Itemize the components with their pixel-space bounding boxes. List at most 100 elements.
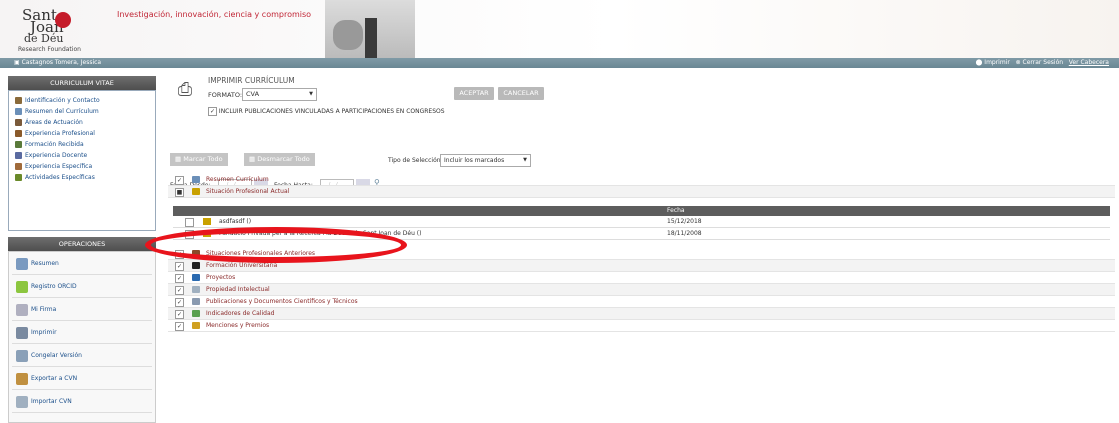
- sidebar-item[interactable]: Áreas de Actuación: [9, 117, 155, 128]
- section-checkbox[interactable]: ✓: [175, 322, 184, 331]
- section-icon: [192, 298, 200, 305]
- section-row[interactable]: ✓ Proyectos: [168, 272, 1115, 284]
- mark-all-label: Marcar Todo: [183, 155, 223, 163]
- operation-item[interactable]: Mi Firma: [12, 300, 152, 321]
- briefcase-icon: [15, 130, 22, 137]
- activities-icon: [15, 174, 22, 181]
- print-link-label: Imprimir: [984, 59, 1010, 66]
- section-checkbox[interactable]: ✓: [175, 310, 184, 319]
- sidebar-item-label: Identificación y Contacto: [25, 97, 100, 104]
- selection-type-select[interactable]: Incluir los marcados ▼: [440, 154, 531, 167]
- section-icon: [192, 322, 200, 329]
- operation-item[interactable]: Resumen: [12, 254, 152, 275]
- logout-link[interactable]: ⊗ Cerrar Sesión: [1016, 59, 1063, 66]
- sidebar-item[interactable]: Experiencia Profesional: [9, 128, 155, 139]
- header-toggle-link[interactable]: Ver Cabecera: [1069, 59, 1109, 66]
- format-value: CVA: [246, 90, 260, 98]
- unmark-all-icon: ▦: [249, 155, 256, 163]
- section-row[interactable]: ✓ Indicadores de Calidad: [168, 308, 1115, 320]
- summary-icon: [16, 257, 28, 270]
- format-select[interactable]: CVA ▼: [242, 88, 317, 101]
- import-icon: [16, 395, 28, 408]
- mark-all-button[interactable]: ▦ Marcar Todo: [170, 153, 228, 166]
- section-label: Indicadores de Calidad: [206, 310, 275, 317]
- sidebar-item-label: Actividades Específicas: [25, 174, 95, 181]
- section-checkbox[interactable]: ✓: [175, 286, 184, 295]
- sidebar-item-label: Experiencia Específica: [25, 163, 93, 170]
- operation-item[interactable]: Importar CVN: [12, 392, 152, 413]
- section-label: Situación Profesional Actual: [206, 188, 290, 195]
- unmark-all-button[interactable]: ▦ Desmarcar Todo: [244, 153, 315, 166]
- include-checkbox[interactable]: ✓: [208, 107, 217, 116]
- selection-type-value: Incluir los marcados: [444, 157, 505, 164]
- unmark-all-label: Desmarcar Todo: [257, 155, 310, 163]
- section-row[interactable]: ✓ Menciones y Premios: [168, 320, 1115, 332]
- cancel-button[interactable]: CANCELAR: [498, 87, 544, 100]
- mark-all-icon: ▦: [175, 155, 182, 163]
- section-label: Propiedad Intelectual: [206, 286, 270, 293]
- operation-item[interactable]: Registro ORCID: [12, 277, 152, 298]
- sidebar-item[interactable]: Identificación y Contacto: [9, 95, 155, 106]
- operation-label: Importar CVN: [31, 398, 72, 405]
- teaching-icon: [15, 152, 22, 159]
- section-label: Publicaciones y Documentos Científicos y…: [206, 298, 358, 305]
- area-icon: [15, 119, 22, 126]
- section-checkbox[interactable]: ✓: [175, 262, 184, 271]
- table-row[interactable]: asdfasdf () 15/12/2018: [173, 216, 1110, 228]
- document-icon: [15, 108, 22, 115]
- user-icon: ▣: [14, 59, 20, 66]
- section-row[interactable]: ✓ Propiedad Intelectual: [168, 284, 1115, 296]
- orcid-icon: [16, 280, 28, 293]
- include-label: INCLUIR PUBLICACIONES VINCULADAS A PARTI…: [218, 108, 445, 115]
- logout-link-label: Cerrar Sesión: [1022, 59, 1064, 66]
- chevron-down-icon: ▼: [523, 157, 527, 163]
- row-checkbox[interactable]: [185, 218, 194, 227]
- signature-icon: [16, 303, 28, 316]
- sidebar-item-label: Experiencia Docente: [25, 152, 88, 159]
- operation-item[interactable]: Imprimir: [12, 323, 152, 344]
- sidebar-item[interactable]: Experiencia Docente: [9, 150, 155, 161]
- section-icon: [192, 274, 200, 281]
- sidebar-item[interactable]: Actividades Específicas: [9, 172, 155, 183]
- operations-title: OPERACIONES: [8, 237, 156, 251]
- operation-item[interactable]: Exportar a CVN: [12, 369, 152, 390]
- operation-label: Registro ORCID: [31, 283, 77, 290]
- operations-menu: Resumen Registro ORCID Mi Firma Imprimir Con…: [8, 251, 156, 423]
- section-checkbox[interactable]: ✓: [175, 274, 184, 283]
- header-banner: Sant Joan de Déu Research Foundation Inv…: [0, 0, 1119, 58]
- operation-label: Congelar Versión: [31, 352, 82, 359]
- page-title: IMPRIMIR CURRÍCULUM: [208, 76, 295, 85]
- top-actions: ⬤ Imprimir ⊗ Cerrar Sesión Ver Cabecera: [976, 59, 1109, 66]
- operation-item[interactable]: Congelar Versión: [12, 346, 152, 367]
- accept-button[interactable]: ACEPTAR: [454, 87, 494, 100]
- section-row[interactable]: ✓ Publicaciones y Documentos Científicos …: [168, 296, 1115, 308]
- cv-menu: Identificación y Contacto Resumen del Cur…: [8, 90, 156, 231]
- sidebar-item[interactable]: Resumen del Currículum: [9, 106, 155, 117]
- operation-label: Mi Firma: [31, 306, 57, 313]
- row-date: 18/11/2008: [667, 230, 702, 237]
- sidebar-item-label: Resumen del Currículum: [25, 108, 99, 115]
- section-checkbox[interactable]: ■: [175, 188, 184, 197]
- section-row[interactable]: ✓ Resumen Currículum: [168, 174, 1115, 186]
- selection-type-label: Tipo de Selección:: [388, 157, 443, 164]
- sidebar-item[interactable]: Experiencia Específica: [9, 161, 155, 172]
- sidebar-item[interactable]: Formación Recibida: [9, 139, 155, 150]
- chevron-down-icon: ▼: [309, 91, 313, 97]
- section-checkbox[interactable]: ✓: [175, 298, 184, 307]
- specific-icon: [15, 163, 22, 170]
- printer-icon: ⎙: [177, 79, 193, 100]
- user-name-label: Castagnos Tomera, Jessica: [21, 59, 102, 66]
- section-icon: [192, 188, 200, 195]
- logo-subtitle: Research Foundation: [18, 46, 81, 53]
- section-checkbox[interactable]: ✓: [175, 176, 184, 185]
- section-icon: [192, 176, 200, 183]
- section-row[interactable]: ■ Situación Profesional Actual: [168, 186, 1115, 198]
- operation-label: Exportar a CVN: [31, 375, 78, 382]
- operation-label: Imprimir: [31, 329, 57, 336]
- table-header: Fecha: [173, 206, 1110, 216]
- include-publications: ✓ INCLUIR PUBLICACIONES VINCULADAS A PAR…: [208, 107, 445, 116]
- print-link[interactable]: ⬤ Imprimir: [976, 59, 1010, 66]
- highlight-ellipse: [145, 227, 407, 263]
- section-label: Resumen Currículum: [206, 176, 269, 183]
- section-icon: [192, 310, 200, 317]
